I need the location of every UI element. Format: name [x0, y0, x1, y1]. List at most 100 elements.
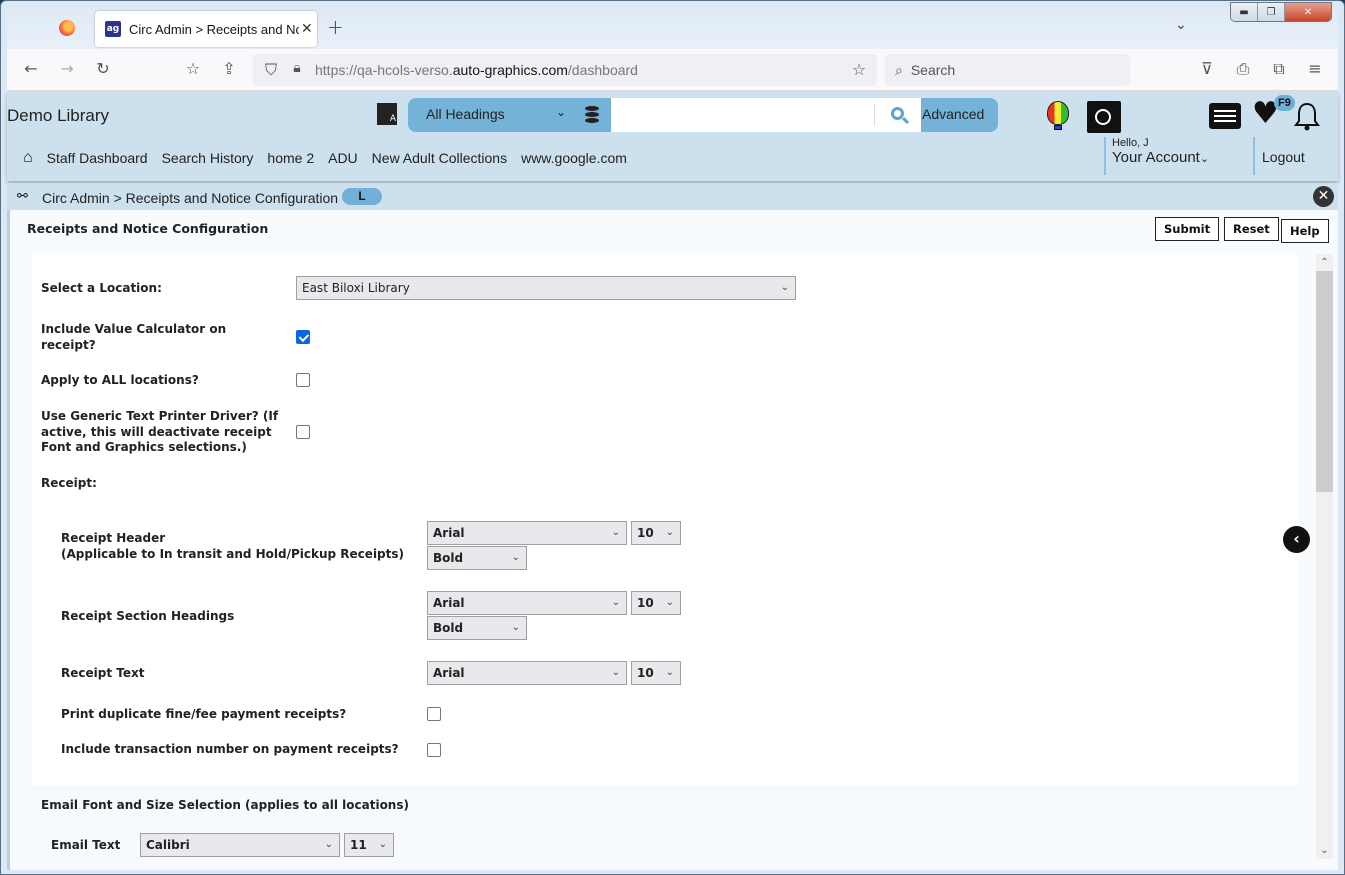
location-select[interactable]: East Biloxi Library ⌄ [296, 276, 796, 300]
close-window-button[interactable]: ✕ [1285, 3, 1331, 21]
advanced-search-button[interactable]: Advanced [922, 106, 984, 122]
receipt-header-font-select[interactable]: Arial ⌄ [427, 521, 627, 545]
chevron-down-icon: ⌄ [1199, 153, 1210, 165]
restore-button[interactable]: ❐ [1258, 3, 1285, 21]
receipt-header-size-select[interactable]: 10 ⌄ [631, 521, 681, 545]
pocket-icon[interactable]: ⊽ [1197, 59, 1217, 78]
notifications-bell-icon[interactable] [1293, 101, 1321, 131]
bookmark-page-icon[interactable]: ☆ [183, 59, 203, 78]
email-section-label: Email Font and Size Selection (applies t… [41, 798, 409, 812]
browser-tab-active[interactable]: ag Circ Admin > Receipts and Noti ✕ [95, 11, 317, 47]
shield-icon[interactable]: ⛉ [261, 60, 281, 80]
section-headings-size-select[interactable]: 10 ⌄ [631, 591, 681, 615]
generic-driver-checkbox[interactable] [296, 425, 310, 439]
include-transaction-label: Include transaction number on payment re… [61, 742, 399, 756]
receipt-text-size-select[interactable]: 10 ⌄ [631, 661, 681, 685]
menu-icon[interactable]: ≡ [1305, 59, 1325, 78]
forward-arrow-icon[interactable]: → [57, 59, 77, 78]
apply-all-label: Apply to ALL locations? [41, 373, 199, 387]
chevron-down-icon: ⌄ [665, 667, 674, 678]
submit-button[interactable]: Submit [1155, 217, 1220, 241]
back-arrow-icon[interactable]: ← [21, 59, 41, 78]
browser-toolbar: ← → ↻ ☆ ⇪ ⛉ 🔒︎ https://qa-hcols-verso.au… [7, 49, 1338, 91]
catalog-search: All Headings ⌄ Advanced [408, 98, 998, 132]
tab-close-icon[interactable]: ✕ [301, 21, 313, 37]
help-button[interactable]: Help [1281, 219, 1329, 243]
style-value: Bold [433, 621, 464, 635]
font-value: Arial [433, 596, 465, 610]
chevron-down-icon[interactable]: ⌄ [556, 105, 566, 119]
chevron-down-icon: ⌄ [780, 282, 789, 293]
receipt-text-font-select[interactable]: Arial ⌄ [427, 661, 627, 685]
print-duplicate-checkbox[interactable] [427, 707, 441, 721]
email-font-select[interactable]: Calibri ⌄ [140, 833, 340, 857]
chevron-down-icon: ⌄ [511, 552, 520, 563]
include-transaction-checkbox[interactable] [427, 743, 441, 757]
account-menu[interactable]: Hello, J Your Account⌄ [1104, 137, 1209, 175]
page-title: Receipts and Notice Configuration [27, 221, 269, 236]
main-content: Receipts and Notice Configuration Submit… [7, 210, 1338, 870]
star-icon[interactable]: ☆ [849, 60, 869, 79]
url-bar[interactable]: ⛉ 🔒︎ https://qa-hcols-verso.auto-graphic… [253, 54, 877, 86]
size-value: 10 [637, 596, 654, 610]
tab-list-chevron-icon[interactable]: ⌄ [1175, 17, 1187, 33]
app-header: Demo Library A All Headings ⌄ Advanced ♥… [7, 91, 1338, 181]
chevron-down-icon: ⌄ [665, 527, 674, 538]
print-duplicate-label: Print duplicate fine/fee payment receipt… [61, 707, 347, 721]
reload-icon[interactable]: ↻ [93, 59, 113, 78]
font-value: Arial [433, 526, 465, 540]
email-text-label: Email Text [51, 838, 121, 852]
search-button[interactable] [886, 102, 912, 128]
shelf-search-icon[interactable] [1087, 101, 1121, 133]
nav-link-search-history[interactable]: Search History [162, 150, 254, 166]
vertical-scrollbar[interactable]: ⌃ ⌄ [1316, 254, 1333, 859]
database-icon[interactable] [585, 106, 599, 124]
receipt-header-style-select[interactable]: Bold ⌄ [427, 546, 527, 570]
logout-link[interactable]: Logout [1253, 137, 1305, 175]
receipt-section-headings-label: Receipt Section Headings [61, 609, 235, 623]
list-icon[interactable] [1209, 103, 1241, 129]
nav-link-staff-dashboard[interactable]: Staff Dashboard [47, 150, 148, 166]
site-favicon-icon: ag [105, 21, 121, 37]
receipt-section-label: Receipt: [41, 476, 97, 490]
share-icon[interactable]: ⇪ [219, 59, 239, 78]
nav-link-adu[interactable]: ADU [328, 150, 358, 166]
new-tab-button[interactable]: + [327, 15, 344, 39]
level-badge[interactable]: L [342, 188, 382, 205]
scroll-down-icon[interactable]: ⌄ [1316, 842, 1333, 859]
home-icon[interactable]: ⌂ [23, 149, 33, 167]
chevron-down-icon: ⌄ [611, 527, 620, 538]
browser-search-input[interactable]: ⌕ Search [885, 54, 1130, 86]
email-size-select[interactable]: 11 ⌄ [344, 833, 394, 857]
apply-all-checkbox[interactable] [296, 373, 310, 387]
reset-button[interactable]: Reset [1224, 217, 1279, 241]
section-headings-style-select[interactable]: Bold ⌄ [427, 616, 527, 640]
font-value: Arial [433, 666, 465, 680]
receipt-text-label: Receipt Text [61, 666, 145, 680]
nav-link-google[interactable]: www.google.com [521, 150, 627, 166]
scroll-thumb[interactable] [1316, 271, 1333, 492]
search-icon: ⌕ [895, 61, 903, 78]
section-headings-font-select[interactable]: Arial ⌄ [427, 591, 627, 615]
value-calculator-checkbox[interactable] [296, 330, 310, 344]
print-icon[interactable]: ⎙ [1233, 59, 1253, 79]
breadcrumb-bar: ⚯ Circ Admin > Receipts and Notice Confi… [7, 183, 1338, 210]
nav-link-new-adult-collections[interactable]: New Adult Collections [372, 150, 507, 166]
divider [874, 104, 875, 126]
extensions-icon[interactable]: ⧉ [1269, 59, 1289, 79]
size-value: 11 [350, 838, 367, 852]
scroll-up-icon[interactable]: ⌃ [1316, 254, 1333, 271]
quick-nav: ⌂ Staff Dashboard Search History home 2 … [23, 149, 641, 167]
hot-air-balloon-icon[interactable] [1047, 101, 1069, 130]
search-placeholder: Search [910, 62, 956, 78]
nav-link-home-2[interactable]: home 2 [267, 150, 314, 166]
language-translate-icon[interactable]: A [377, 103, 397, 125]
collapse-chevron-left-icon[interactable]: ‹ [1283, 526, 1310, 553]
minimize-button[interactable]: ▬ [1231, 3, 1258, 21]
receipt-settings-panel: Select a Location: East Biloxi Library ⌄… [32, 255, 1297, 785]
browser-window: ag Circ Admin > Receipts and Noti ✕ + ⌄ … [0, 0, 1345, 875]
close-panel-icon[interactable]: ✕ [1313, 186, 1334, 207]
search-scope-select[interactable]: All Headings [426, 106, 505, 122]
lock-icon[interactable]: 🔒︎ [287, 60, 307, 76]
chevron-down-icon: ⌄ [665, 597, 674, 608]
